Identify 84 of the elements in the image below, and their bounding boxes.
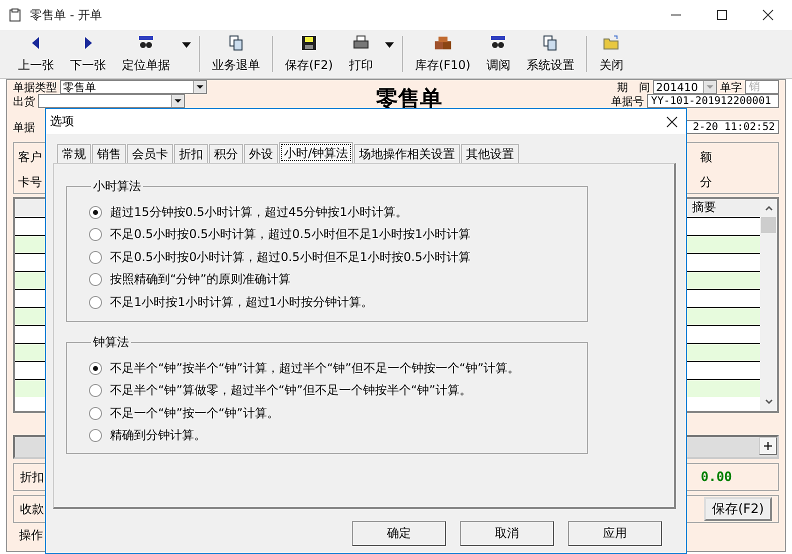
caret-icon[interactable] xyxy=(384,42,394,48)
radio-button[interactable] xyxy=(89,384,102,398)
close-icon[interactable] xyxy=(666,116,678,128)
tab[interactable]: 场地操作相关设置 xyxy=(354,144,460,163)
option-label[interactable]: 精确到分钟计算。 xyxy=(110,427,206,444)
option-label[interactable]: 不足1小时按1小时计算，超过1小时按分钟计算。 xyxy=(110,294,373,311)
documents-icon xyxy=(541,34,560,50)
dialog-title: 选项 xyxy=(50,113,74,130)
toolbar-button[interactable]: 库存(F10) xyxy=(406,32,478,76)
field-label: 折扣 xyxy=(20,468,44,486)
dropdown-field[interactable] xyxy=(38,94,185,108)
scrollbar-thumb[interactable] xyxy=(761,217,776,233)
field-label: 出货 xyxy=(13,96,35,106)
window-title: 零售单 - 开单 xyxy=(30,6,102,24)
option-label[interactable]: 不足半个“钟”按半个“钟”计算，超过半个“钟”但不足一个钟按一个“钟”计算。 xyxy=(110,360,520,377)
form-title: 零售单 xyxy=(376,86,442,114)
toolbar-button[interactable]: 调阅 xyxy=(478,32,518,76)
tab[interactable]: 其他设置 xyxy=(461,144,520,163)
tab[interactable]: 常规 xyxy=(57,144,91,163)
field-label: 卡号 xyxy=(18,174,42,191)
boxes-icon xyxy=(434,34,452,50)
field-label: 分 xyxy=(700,174,712,191)
radio-button[interactable] xyxy=(89,406,102,420)
dropdown-field[interactable]: 201410 xyxy=(653,80,717,94)
column-header: 摘要 xyxy=(692,199,716,216)
save-button[interactable]: 保存(F2) xyxy=(704,497,772,521)
toolbar-button[interactable]: 下一张 xyxy=(62,32,114,76)
documents-icon xyxy=(227,34,245,50)
field-label: 额 xyxy=(700,149,712,166)
radio-button[interactable] xyxy=(89,296,102,309)
caret-icon[interactable] xyxy=(182,42,191,48)
plus-icon xyxy=(763,441,773,451)
folder-icon xyxy=(602,34,620,50)
option-label[interactable]: 不足0.5小时按0小时计算，超过0.5小时但不足1小时按0.5小时计算 xyxy=(110,248,471,266)
toolbar-button[interactable]: 上一张 xyxy=(10,32,62,76)
group-title: 小时算法 xyxy=(92,178,142,195)
tab[interactable]: 外设 xyxy=(244,144,278,163)
option-label[interactable]: 超过15分钟按0.5小时计算，超过45分钟按1小时计算。 xyxy=(110,204,408,221)
app-icon xyxy=(8,8,22,22)
group-title: 钟算法 xyxy=(92,334,130,351)
close-icon[interactable] xyxy=(762,9,774,21)
chevron-down-icon xyxy=(764,397,774,407)
binoculars-icon xyxy=(137,34,155,50)
radio-button[interactable] xyxy=(89,250,102,264)
toolbar-button[interactable]: 系统设置 xyxy=(518,32,582,76)
radio-button[interactable] xyxy=(89,206,102,219)
binoculars-icon xyxy=(489,34,508,50)
tab[interactable]: 会员卡 xyxy=(127,144,173,163)
tab[interactable]: 积分 xyxy=(209,144,243,163)
field-label: 操作 xyxy=(19,526,43,544)
add-button[interactable] xyxy=(759,437,777,455)
radio-button[interactable] xyxy=(89,273,102,286)
option-label[interactable]: 不足0.5小时按0.5小时计算，超过0.5小时但不足1小时按1小时计算 xyxy=(110,226,471,244)
dropdown-field[interactable]: 零售单 xyxy=(60,80,207,94)
radio-button[interactable] xyxy=(89,228,102,242)
field-label: 单字 xyxy=(720,82,742,92)
tab[interactable]: 销售 xyxy=(92,144,126,163)
printer-icon xyxy=(352,34,370,50)
dialog-button[interactable]: 确定 xyxy=(352,521,446,546)
tab[interactable]: 小时/钟算法 xyxy=(279,142,354,163)
radio-button[interactable] xyxy=(89,362,102,375)
field-label: 单据 xyxy=(13,122,35,132)
field-label: 单据号 xyxy=(611,96,644,106)
dialog-button[interactable]: 应用 xyxy=(568,521,662,546)
field-label: 客户 xyxy=(18,149,42,166)
option-label[interactable]: 不足半个“钟”算做零，超过半个“钟”但不足一个钟按半个“钟”计算。 xyxy=(110,382,472,400)
toolbar-button[interactable]: 定位单据 xyxy=(114,32,178,76)
option-label[interactable]: 不足一个“钟”按一个“钟”计算。 xyxy=(110,404,279,422)
scrollbar[interactable] xyxy=(760,199,777,411)
toolbar-button[interactable]: 保存(F2) xyxy=(277,32,341,76)
maximize-icon[interactable] xyxy=(716,9,728,21)
radio-button[interactable] xyxy=(89,429,102,442)
field-label: 收款 xyxy=(20,500,44,518)
tab[interactable]: 折扣 xyxy=(174,144,208,163)
input-field[interactable]: YY-101-201912200001 xyxy=(647,94,779,108)
toolbar-button[interactable]: 打印 xyxy=(340,32,381,76)
dialog-button[interactable]: 取消 xyxy=(460,521,554,546)
field-label: 期 间 xyxy=(617,82,650,92)
chevron-up-icon xyxy=(764,203,774,213)
toolbar-button[interactable]: 关闭 xyxy=(591,32,632,76)
option-label[interactable]: 按照精确到“分钟”的原则准确计算 xyxy=(110,271,290,288)
toolbar-button[interactable]: 业务退单 xyxy=(204,32,268,76)
amount-value: 0.00 xyxy=(700,470,733,484)
field-label: 单据类型 xyxy=(13,82,57,92)
